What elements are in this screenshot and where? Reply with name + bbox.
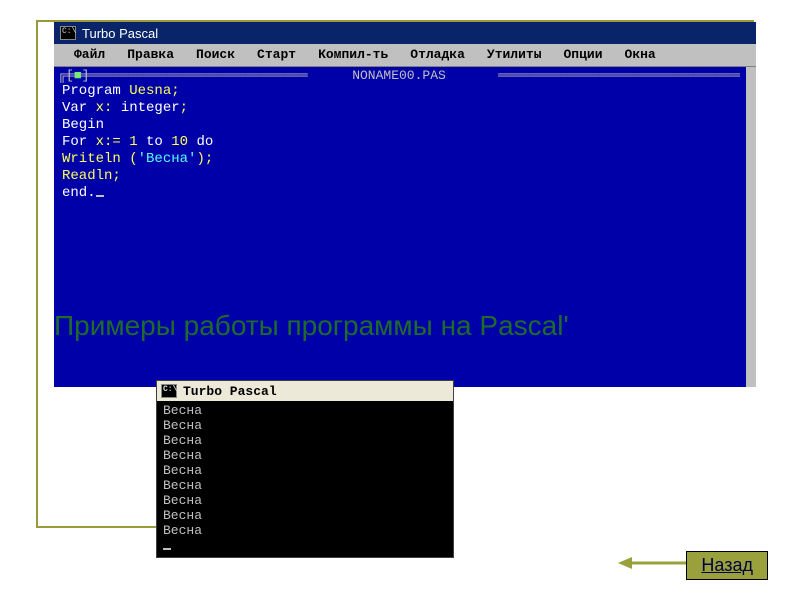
code-area[interactable]: Program Uesna; Var x: integer; Begin For… xyxy=(58,83,740,202)
page-title: Примеры работы программы на Pascal' xyxy=(54,310,674,342)
output-line: Весна xyxy=(163,478,202,493)
frame-decoration: ╔═══════════════════════════════ xyxy=(58,67,308,83)
output-line: Весна xyxy=(163,433,202,448)
menu-tools[interactable]: Утилиты xyxy=(487,44,542,66)
menu-windows[interactable]: Окна xyxy=(625,44,656,66)
back-button[interactable]: Назад xyxy=(686,551,768,580)
output-line: Весна xyxy=(163,403,202,418)
menu-edit[interactable]: Правка xyxy=(127,44,174,66)
frame-decoration: ═══════════════════════════════ xyxy=(498,67,740,83)
output-title: Turbo Pascal xyxy=(183,384,277,399)
system-menu-icon[interactable] xyxy=(161,384,177,398)
menu-start[interactable]: Старт xyxy=(257,44,296,66)
output-line: Весна xyxy=(163,463,202,478)
editor-menubar: Файл Правка Поиск Старт Компил-ть Отладк… xyxy=(54,44,756,67)
text-cursor xyxy=(96,195,104,197)
menu-compile[interactable]: Компил-ть xyxy=(318,44,388,66)
system-menu-icon[interactable] xyxy=(60,26,76,40)
output-line: Весна xyxy=(163,523,202,538)
output-titlebar[interactable]: Turbo Pascal xyxy=(157,381,453,401)
menu-options[interactable]: Опции xyxy=(564,44,603,66)
menu-search[interactable]: Поиск xyxy=(196,44,235,66)
back-arrow-icon xyxy=(618,554,688,572)
document-header: ■ ╔═══════════════════════════════ NONAM… xyxy=(58,67,740,83)
output-line: Весна xyxy=(163,418,202,433)
document-name: NONAME00.PAS xyxy=(348,67,450,84)
output-line: Весна xyxy=(163,508,202,523)
output-window: Turbo Pascal Весна Весна Весна Весна Вес… xyxy=(156,380,454,558)
output-line: Весна xyxy=(163,448,202,463)
output-cursor xyxy=(163,548,171,550)
menu-debug[interactable]: Отладка xyxy=(410,44,465,66)
menu-file[interactable]: Файл xyxy=(74,44,105,66)
output-line: Весна xyxy=(163,493,202,508)
slide-frame-left xyxy=(36,20,38,528)
editor-title: Turbo Pascal xyxy=(82,26,158,41)
editor-titlebar[interactable]: Turbo Pascal xyxy=(54,22,756,44)
output-body: Весна Весна Весна Весна Весна Весна Весн… xyxy=(157,401,453,557)
